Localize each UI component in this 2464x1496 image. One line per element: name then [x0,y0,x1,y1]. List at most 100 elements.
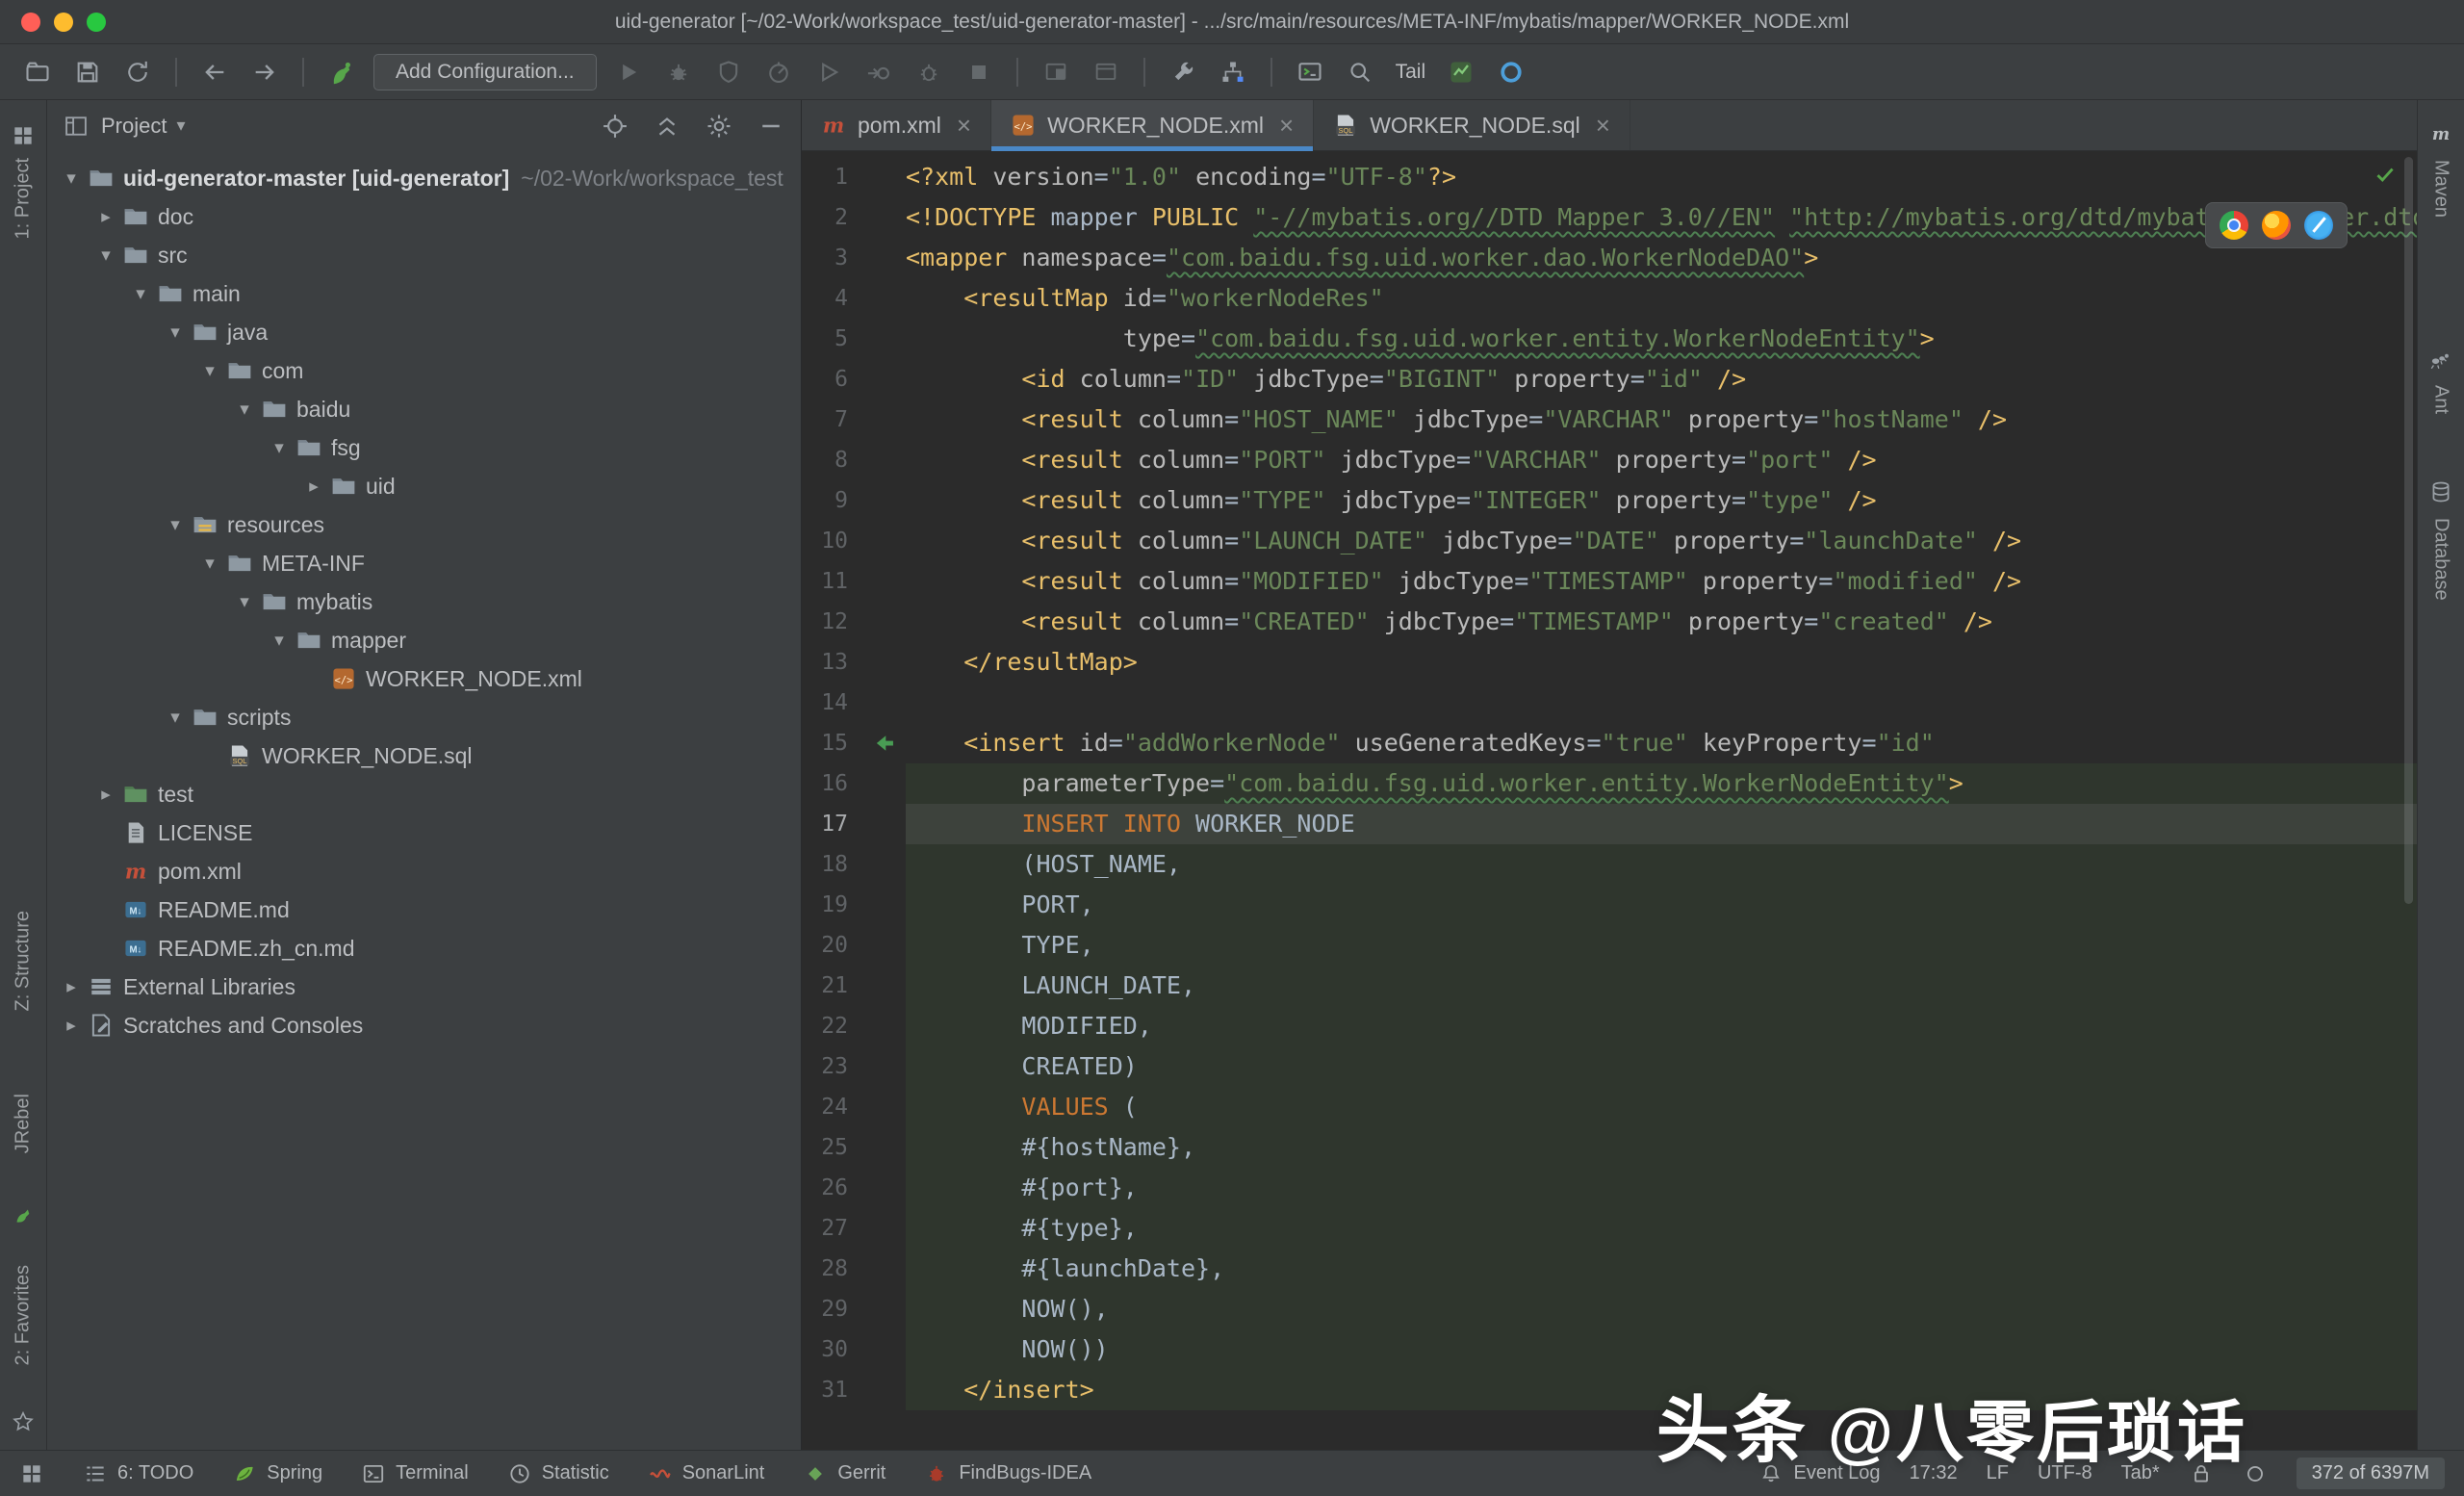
tree-item-java[interactable]: ▾ java [47,313,801,351]
tail-label: Tail [1395,60,1426,83]
zoom-window-button[interactable] [87,12,106,32]
expanded-arrow-icon[interactable]: ▾ [161,322,190,344]
back-icon[interactable] [196,54,233,90]
tree-item-doc[interactable]: ▸ doc [47,197,801,236]
tree-item-worker-node-sql[interactable]: SQL WORKER_NODE.sql [47,736,801,775]
tree-item-com[interactable]: ▾ com [47,351,801,390]
status-sonarlint[interactable]: SonarLint [648,1461,764,1486]
tree-item-meta-inf[interactable]: ▾ META-INF [47,544,801,582]
tree-item-uid[interactable]: ▸ uid [47,467,801,505]
favorites-star-icon[interactable] [11,1409,36,1434]
forward-icon[interactable] [246,54,283,90]
tree-item-src[interactable]: ▾ src [47,236,801,274]
synchronize-icon[interactable] [119,54,156,90]
add-configuration-button[interactable]: Add Configuration... [373,53,597,90]
tab-worker-node-sql[interactable]: SQL WORKER_NODE.sql × [1314,100,1630,150]
inspections-ok-icon[interactable] [2373,162,2398,187]
jrebel-icon[interactable] [323,54,360,90]
expanded-arrow-icon[interactable]: ▾ [161,514,190,536]
tree-item-resources[interactable]: ▾ resources [47,505,801,544]
collapsed-arrow-icon[interactable]: ▸ [91,784,120,806]
tab-pom-xml[interactable]: m pom.xml × [802,100,992,150]
expanded-arrow-icon[interactable]: ▾ [126,283,155,305]
panel-settings-icon[interactable] [705,112,733,141]
line-number: 12 [821,609,848,634]
tree-item-main[interactable]: ▾ main [47,274,801,313]
collapsed-arrow-icon[interactable]: ▸ [57,976,86,998]
safari-icon[interactable] [2304,211,2333,240]
line-number: 21 [821,973,848,998]
tool-stripe-database[interactable]: Database [2430,518,2452,601]
chrome-icon[interactable] [2220,211,2248,240]
profiler-icon [760,54,797,90]
status-label: Gerrit [837,1462,886,1483]
expanded-arrow-icon[interactable]: ▾ [230,591,259,613]
tree-item-pom-xml[interactable]: m pom.xml [47,852,801,890]
expanded-arrow-icon[interactable]: ▾ [195,553,224,575]
status-statistic[interactable]: Statistic [507,1461,609,1486]
tail-monitor-icon[interactable] [1443,54,1479,90]
tree-item-fsg[interactable]: ▾ fsg [47,428,801,467]
open-project-icon[interactable] [19,54,56,90]
project-panel-title[interactable]: Project [101,114,167,139]
expanded-arrow-icon[interactable]: ▾ [57,168,86,190]
tool-stripe-structure[interactable]: Z: Structure [13,911,35,1011]
tree-item-mybatis[interactable]: ▾ mybatis [47,582,801,621]
tool-stripe-ant[interactable]: Ant [2430,385,2452,414]
editor-scrollbar[interactable] [2404,157,2413,904]
tree-item-uid-generator-master-uid-generator[interactable]: ▾ uid-generator-master [uid-generator] ~/0… [47,159,801,197]
locate-file-icon[interactable] [601,112,629,141]
tree-item-scripts[interactable]: ▾ scripts [47,698,801,736]
firefox-icon[interactable] [2262,211,2291,240]
jrebel-icon[interactable] [11,1203,36,1228]
tab-worker-node-xml[interactable]: </> WORKER_NODE.xml × [991,100,1315,151]
tree-item-baidu[interactable]: ▾ baidu [47,390,801,428]
status-toolwindow-switcher[interactable] [19,1461,44,1486]
build-settings-icon[interactable] [1165,54,1201,90]
tree-item-worker-node-xml[interactable]: </> WORKER_NODE.xml [47,659,801,698]
code-editor[interactable]: 1 <?xml version="1.0" encoding="UTF-8"?> 2… [802,151,2417,1450]
hide-panel-icon[interactable] [757,112,785,141]
collapsed-arrow-icon[interactable]: ▸ [91,206,120,228]
tool-stripe-jrebel[interactable]: JRebel [13,1094,35,1153]
status-spring[interactable]: Spring [232,1461,322,1486]
tree-item-test[interactable]: ▸ test [47,775,801,813]
injection-arrow-icon[interactable] [863,723,906,763]
status-findbugs[interactable]: FindBugs-IDEA [924,1461,1091,1486]
tree-item-mapper[interactable]: ▾ mapper [47,621,801,659]
expanded-arrow-icon[interactable]: ▾ [265,437,294,459]
tree-item-scratches-and-consoles[interactable]: ▸ Scratches and Consoles [47,1006,801,1045]
chevron-down-icon[interactable]: ▾ [176,116,185,136]
status-gerrit[interactable]: Gerrit [803,1461,886,1486]
expanded-arrow-icon[interactable]: ▾ [230,399,259,421]
close-tab-icon[interactable]: × [1279,113,1294,138]
expanded-arrow-icon[interactable]: ▾ [265,630,294,652]
code-text: #{port}, [906,1168,2417,1208]
expanded-arrow-icon[interactable]: ▾ [161,707,190,729]
close-tab-icon[interactable]: × [957,113,971,138]
collapsed-arrow-icon[interactable]: ▸ [299,476,328,498]
sonar-status-icon[interactable] [1493,54,1529,90]
tool-stripe-maven[interactable]: Maven [2430,160,2452,218]
close-window-button[interactable] [21,12,40,32]
save-all-icon[interactable] [69,54,106,90]
tool-stripe-project[interactable]: 1: Project [13,158,35,239]
tree-item-readme-zh-cn-md[interactable]: M↓ README.zh_cn.md [47,929,801,967]
status-todo[interactable]: 6: TODO [83,1461,193,1486]
console-icon[interactable] [1292,54,1328,90]
maven-icon: m [2428,121,2453,146]
project-structure-icon[interactable] [1215,54,1251,90]
status-terminal[interactable]: Terminal [361,1461,469,1486]
collapsed-arrow-icon[interactable]: ▸ [57,1015,86,1037]
status-memory-indicator[interactable]: 372 of 6397M [2296,1457,2445,1489]
tool-stripe-favorites[interactable]: 2: Favorites [13,1265,35,1365]
tree-item-readme-md[interactable]: M↓ README.md [47,890,801,929]
search-everywhere-icon[interactable] [1342,54,1378,90]
expanded-arrow-icon[interactable]: ▾ [91,245,120,267]
collapse-all-icon[interactable] [653,112,681,141]
close-tab-icon[interactable]: × [1596,113,1610,138]
tree-item-external-libraries[interactable]: ▸ External Libraries [47,967,801,1006]
tree-item-license[interactable]: LICENSE [47,813,801,852]
minimize-window-button[interactable] [54,12,73,32]
expanded-arrow-icon[interactable]: ▾ [195,360,224,382]
